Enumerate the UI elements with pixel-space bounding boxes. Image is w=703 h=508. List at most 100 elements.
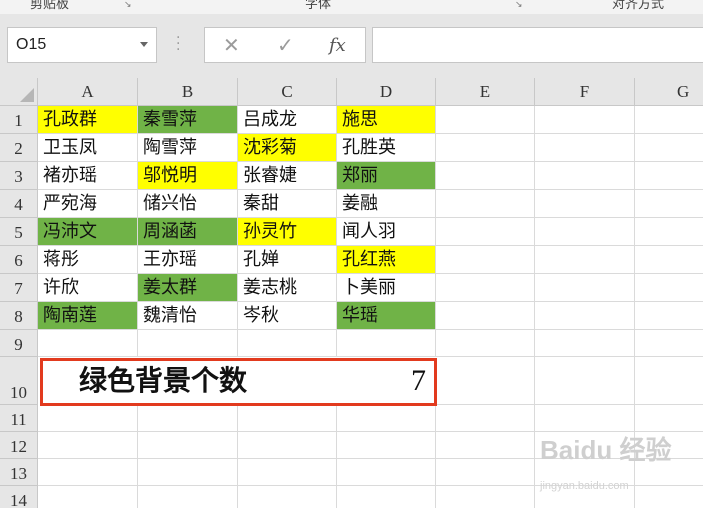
cell-f10[interactable] — [535, 357, 635, 405]
cell-b11[interactable] — [138, 405, 238, 432]
row-header-12[interactable]: 12 — [0, 432, 38, 459]
cell-d4[interactable]: 姜融 — [337, 190, 436, 218]
cell-f4[interactable] — [535, 190, 635, 218]
cell-a8[interactable]: 陶南莲 — [38, 302, 138, 330]
row-header-13[interactable]: 13 — [0, 459, 38, 486]
cell-b9[interactable] — [138, 330, 238, 357]
row-header-4[interactable]: 4 — [0, 190, 38, 218]
cell-c12[interactable] — [238, 432, 337, 459]
cell-f5[interactable] — [535, 218, 635, 246]
cell-g5[interactable] — [635, 218, 703, 246]
row-header-6[interactable]: 6 — [0, 246, 38, 274]
row-header-8[interactable]: 8 — [0, 302, 38, 330]
cell-a9[interactable] — [38, 330, 138, 357]
cell-d13[interactable] — [337, 459, 436, 486]
clipboard-launcher-icon[interactable]: ↘ — [124, 0, 132, 10]
row-header-9[interactable]: 9 — [0, 330, 38, 357]
cell-g2[interactable] — [635, 134, 703, 162]
cell-b4[interactable]: 储兴怡 — [138, 190, 238, 218]
cell-c14[interactable] — [238, 486, 337, 508]
cell-g9[interactable] — [635, 330, 703, 357]
cell-g10[interactable] — [635, 357, 703, 405]
enter-icon[interactable]: ✓ — [277, 33, 294, 57]
row-header-5[interactable]: 5 — [0, 218, 38, 246]
row-header-10[interactable]: 10 — [0, 357, 38, 405]
cell-a5[interactable]: 冯沛文 — [38, 218, 138, 246]
cell-c13[interactable] — [238, 459, 337, 486]
cell-c5[interactable]: 孙灵竹 — [238, 218, 337, 246]
cell-a2[interactable]: 卫玉凤 — [38, 134, 138, 162]
cell-g4[interactable] — [635, 190, 703, 218]
cell-e4[interactable] — [436, 190, 535, 218]
cell-d12[interactable] — [337, 432, 436, 459]
column-header-g[interactable]: G — [635, 78, 703, 106]
cancel-icon[interactable]: ✕ — [223, 33, 240, 57]
row-header-1[interactable]: 1 — [0, 106, 38, 134]
column-header-f[interactable]: F — [535, 78, 635, 106]
row-header-7[interactable]: 7 — [0, 274, 38, 302]
cell-a14[interactable] — [38, 486, 138, 508]
cell-c11[interactable] — [238, 405, 337, 432]
insert-function-icon[interactable]: fx — [329, 35, 346, 56]
cell-c4[interactable]: 秦甜 — [238, 190, 337, 218]
cell-a13[interactable] — [38, 459, 138, 486]
cell-d9[interactable] — [337, 330, 436, 357]
cell-d1[interactable]: 施思 — [337, 106, 436, 134]
cell-a6[interactable]: 蒋彤 — [38, 246, 138, 274]
cell-b2[interactable]: 陶雪萍 — [138, 134, 238, 162]
cell-d3[interactable]: 郑丽 — [337, 162, 436, 190]
cell-b13[interactable] — [138, 459, 238, 486]
row-header-11[interactable]: 11 — [0, 405, 38, 432]
cell-b6[interactable]: 王亦瑶 — [138, 246, 238, 274]
name-box-dropdown-icon[interactable] — [140, 42, 148, 47]
cell-d5[interactable]: 闻人羽 — [337, 218, 436, 246]
cell-f2[interactable] — [535, 134, 635, 162]
cell-g11[interactable] — [635, 405, 703, 432]
cell-b3[interactable]: 邬悦明 — [138, 162, 238, 190]
cell-e8[interactable] — [436, 302, 535, 330]
cell-b14[interactable] — [138, 486, 238, 508]
row-header-14[interactable]: 14 — [0, 486, 38, 508]
formula-bar-resize-handle[interactable]: · · · — [176, 31, 180, 57]
cell-f8[interactable] — [535, 302, 635, 330]
cell-g3[interactable] — [635, 162, 703, 190]
cell-a11[interactable] — [38, 405, 138, 432]
row-header-2[interactable]: 2 — [0, 134, 38, 162]
cell-b1[interactable]: 秦雪萍 — [138, 106, 238, 134]
worksheet-grid[interactable]: 孔政群 秦雪萍 吕成龙 施思 卫玉凤 陶雪萍 沈彩菊 孔胜英 褚亦瑶 邬悦明 张睿婕 郑丽 严宛海 储兴怡… — [0, 78, 703, 508]
cell-g6[interactable] — [635, 246, 703, 274]
cell-f3[interactable] — [535, 162, 635, 190]
cell-f6[interactable] — [535, 246, 635, 274]
cell-a12[interactable] — [38, 432, 138, 459]
cell-e12[interactable] — [436, 432, 535, 459]
cell-a4[interactable]: 严宛海 — [38, 190, 138, 218]
column-header-d[interactable]: D — [337, 78, 436, 106]
cell-b8[interactable]: 魏清怡 — [138, 302, 238, 330]
cell-b5[interactable]: 周涵菡 — [138, 218, 238, 246]
cell-f9[interactable] — [535, 330, 635, 357]
cell-e14[interactable] — [436, 486, 535, 508]
cell-b7[interactable]: 姜太群 — [138, 274, 238, 302]
cell-d7[interactable]: 卜美丽 — [337, 274, 436, 302]
cell-c6[interactable]: 孔婵 — [238, 246, 337, 274]
cell-d2[interactable]: 孔胜英 — [337, 134, 436, 162]
cell-e6[interactable] — [436, 246, 535, 274]
cell-g7[interactable] — [635, 274, 703, 302]
cell-e7[interactable] — [436, 274, 535, 302]
select-all-corner[interactable] — [0, 78, 38, 106]
cell-a1[interactable]: 孔政群 — [38, 106, 138, 134]
cell-f1[interactable] — [535, 106, 635, 134]
column-header-b[interactable]: B — [138, 78, 238, 106]
cell-e1[interactable] — [436, 106, 535, 134]
cell-e2[interactable] — [436, 134, 535, 162]
cell-e5[interactable] — [436, 218, 535, 246]
column-header-a[interactable]: A — [38, 78, 138, 106]
cell-g8[interactable] — [635, 302, 703, 330]
cell-c9[interactable] — [238, 330, 337, 357]
cell-e9[interactable] — [436, 330, 535, 357]
cell-d11[interactable] — [337, 405, 436, 432]
cell-a7[interactable]: 许欣 — [38, 274, 138, 302]
name-box[interactable]: O15 — [7, 27, 157, 63]
cell-f7[interactable] — [535, 274, 635, 302]
cell-d14[interactable] — [337, 486, 436, 508]
